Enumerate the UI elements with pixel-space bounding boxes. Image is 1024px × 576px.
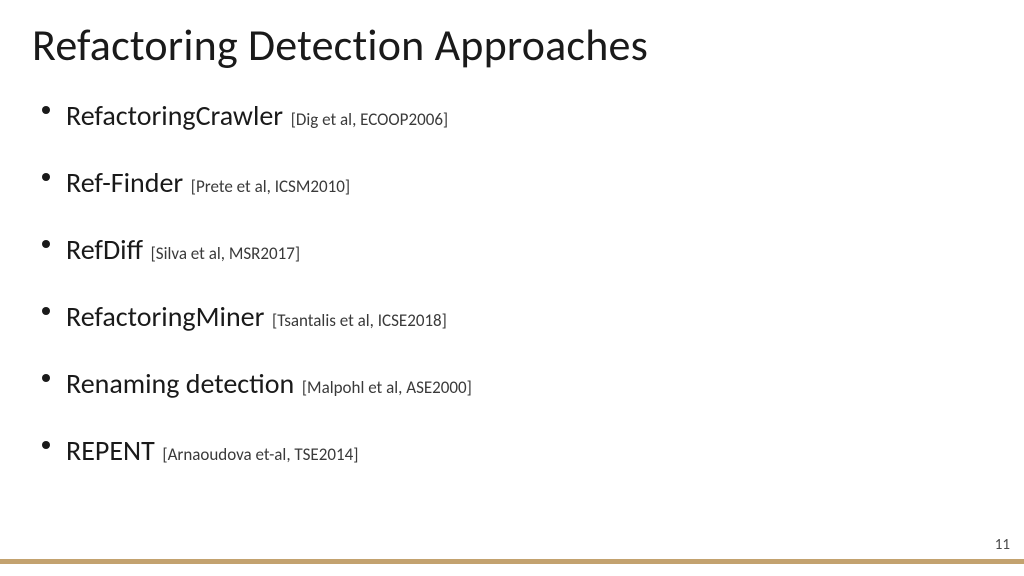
- slide: Refactoring Detection Approaches Refacto…: [0, 0, 1024, 576]
- list-item: RefDiff [Silva et al, MSR2017]: [66, 232, 992, 267]
- bullet-list: RefactoringCrawler [Dig et al, ECOOP2006…: [32, 98, 992, 468]
- footer-rule: [0, 559, 1024, 564]
- item-citation: [Silva et al, MSR2017]: [151, 243, 301, 264]
- item-name: Ref-Finder: [66, 165, 183, 200]
- slide-title: Refactoring Detection Approaches: [32, 18, 992, 72]
- list-item: Ref-Finder [Prete et al, ICSM2010]: [66, 165, 992, 200]
- item-name: RefactoringCrawler: [66, 98, 283, 133]
- item-citation: [Arnaoudova et-al, TSE2014]: [162, 444, 358, 465]
- item-citation: [Prete et al, ICSM2010]: [191, 176, 350, 197]
- item-name: Renaming detection: [66, 366, 294, 401]
- page-number: 11: [995, 536, 1010, 554]
- item-name: REPENT: [66, 433, 155, 468]
- list-item: RefactoringCrawler [Dig et al, ECOOP2006…: [66, 98, 992, 133]
- item-name: RefactoringMiner: [66, 299, 264, 334]
- item-citation: [Tsantalis et al, ICSE2018]: [272, 310, 447, 331]
- item-citation: [Dig et al, ECOOP2006]: [291, 109, 448, 130]
- list-item: REPENT [Arnaoudova et-al, TSE2014]: [66, 433, 992, 468]
- list-item: RefactoringMiner [Tsantalis et al, ICSE2…: [66, 299, 992, 334]
- item-citation: [Malpohl et al, ASE2000]: [302, 377, 472, 398]
- item-name: RefDiff: [66, 232, 143, 267]
- list-item: Renaming detection [Malpohl et al, ASE20…: [66, 366, 992, 401]
